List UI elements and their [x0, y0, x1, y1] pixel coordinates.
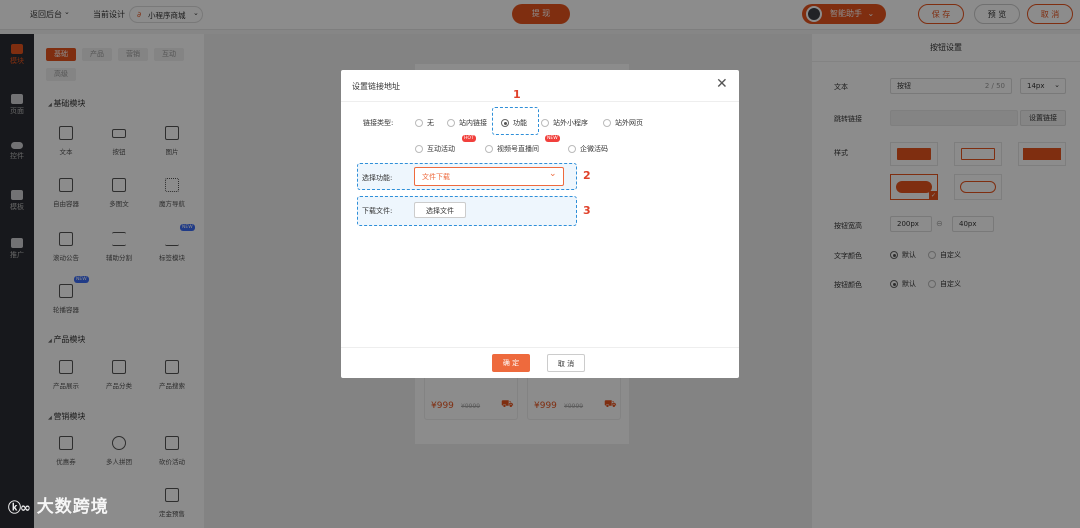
- hot-badge: HOT: [462, 135, 476, 142]
- radio-icon: [568, 145, 576, 153]
- link-type-external-miniprogram[interactable]: 站外小程序: [541, 118, 588, 128]
- link-type-label: 链接类型:: [363, 119, 394, 127]
- radio-icon: [415, 119, 423, 127]
- radio-label: 视频号直播间: [497, 145, 539, 153]
- radio-icon: [541, 119, 549, 127]
- function-label: 选择功能:: [362, 174, 393, 182]
- radio-icon: [603, 119, 611, 127]
- radio-label: 企微活码: [580, 145, 608, 153]
- radio-icon: [447, 119, 455, 127]
- link-type-channel-live[interactable]: 视频号直播间: [485, 144, 539, 154]
- new-badge: NEW: [545, 135, 560, 142]
- link-type-wecom-code[interactable]: 企微活码: [568, 144, 608, 154]
- radio-label: 站外小程序: [553, 119, 588, 127]
- brand-logo-icon: ⓚ∞: [8, 501, 31, 516]
- dialog-title: 设置链接地址: [352, 82, 400, 91]
- download-file-label: 下载文件:: [362, 207, 393, 215]
- link-type-none[interactable]: 无: [415, 118, 434, 128]
- confirm-button[interactable]: 确 定: [492, 354, 530, 372]
- close-icon[interactable]: ✕: [716, 76, 728, 92]
- annotation-number-2: 2: [583, 169, 591, 182]
- link-type-interactive[interactable]: 互动活动: [415, 144, 455, 154]
- link-dialog: 设置链接地址 ✕ 链接类型: 无 站内链接 功能 站外小程序 站外网页 互动活动…: [341, 70, 739, 378]
- radio-icon: [415, 145, 423, 153]
- radio-label: 无: [427, 119, 434, 127]
- watermark-text: 大数跨境: [36, 497, 109, 517]
- annotation-number-3: 3: [583, 204, 591, 217]
- function-select-value: 文件下载: [422, 173, 450, 181]
- dialog-cancel-button[interactable]: 取 消: [547, 354, 585, 372]
- dialog-footer-divider: [341, 347, 739, 348]
- chevron-down-icon: ⌄: [549, 169, 557, 179]
- dialog-header: 设置链接地址 ✕: [341, 70, 739, 102]
- function-select[interactable]: 文件下载 ⌄: [414, 167, 564, 186]
- link-type-internal[interactable]: 站内链接: [447, 118, 487, 128]
- radio-label: 互动活动: [427, 145, 455, 153]
- choose-file-button[interactable]: 选择文件: [414, 202, 466, 218]
- annotation-box-1: [492, 107, 539, 135]
- radio-label: 站外网页: [615, 119, 643, 127]
- radio-icon: [485, 145, 493, 153]
- link-type-external-web[interactable]: 站外网页: [603, 118, 643, 128]
- annotation-number-1: 1: [513, 88, 521, 101]
- watermark: ⓚ∞ 大数跨境: [8, 492, 109, 517]
- radio-label: 站内链接: [459, 119, 487, 127]
